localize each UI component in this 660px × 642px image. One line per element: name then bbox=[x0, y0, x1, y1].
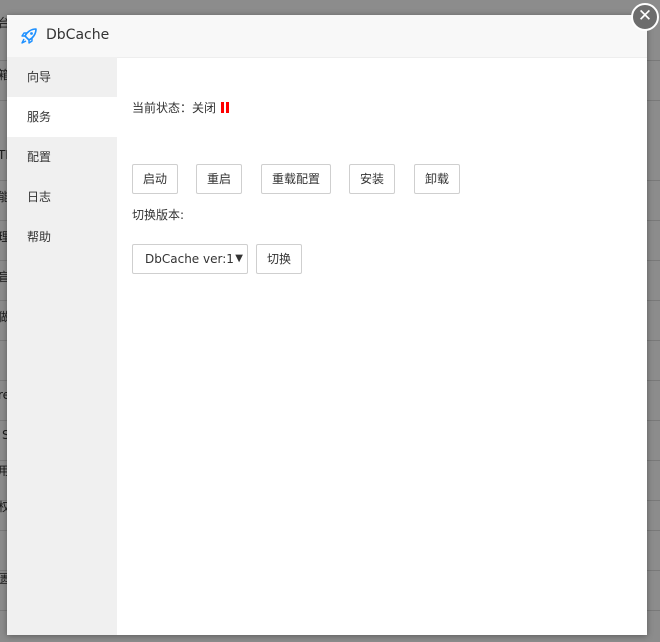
status-text: 当前状态：关闭 bbox=[132, 101, 217, 115]
version-select[interactable]: DbCache ver:1 ▼ bbox=[132, 244, 248, 274]
switch-version-label: 切换版本: bbox=[132, 208, 185, 222]
dbcache-dialog: DbCache 向导 服务 配置 日志 帮助 当前状态：关闭 启动 重启 重载配… bbox=[7, 15, 647, 635]
sidebar-item-service[interactable]: 服务 bbox=[7, 97, 117, 137]
dialog-titlebar: DbCache bbox=[7, 15, 647, 58]
chevron-down-icon: ▼ bbox=[233, 245, 243, 273]
uninstall-button[interactable]: 卸载 bbox=[414, 164, 460, 194]
sidebar-item-log[interactable]: 日志 bbox=[7, 177, 117, 217]
close-icon[interactable]: ✕ bbox=[631, 3, 659, 31]
rocket-icon bbox=[21, 28, 37, 44]
pause-icon bbox=[221, 102, 230, 113]
sidebar-item-help[interactable]: 帮助 bbox=[7, 217, 117, 257]
dialog-title: DbCache bbox=[46, 27, 110, 43]
service-panel: 当前状态：关闭 启动 重启 重载配置 安装 卸载 切换版本: DbCache v… bbox=[117, 57, 647, 635]
switch-button[interactable]: 切换 bbox=[256, 244, 302, 274]
start-button[interactable]: 启动 bbox=[132, 164, 178, 194]
restart-button[interactable]: 重启 bbox=[196, 164, 242, 194]
version-select-value: DbCache ver:1 bbox=[145, 252, 234, 266]
sidebar-item-guide[interactable]: 向导 bbox=[7, 57, 117, 97]
reload-config-button[interactable]: 重载配置 bbox=[261, 164, 331, 194]
sidebar: 向导 服务 配置 日志 帮助 bbox=[7, 57, 117, 635]
install-button[interactable]: 安装 bbox=[349, 164, 395, 194]
sidebar-item-config[interactable]: 配置 bbox=[7, 137, 117, 177]
service-status: 当前状态：关闭 bbox=[132, 99, 230, 116]
